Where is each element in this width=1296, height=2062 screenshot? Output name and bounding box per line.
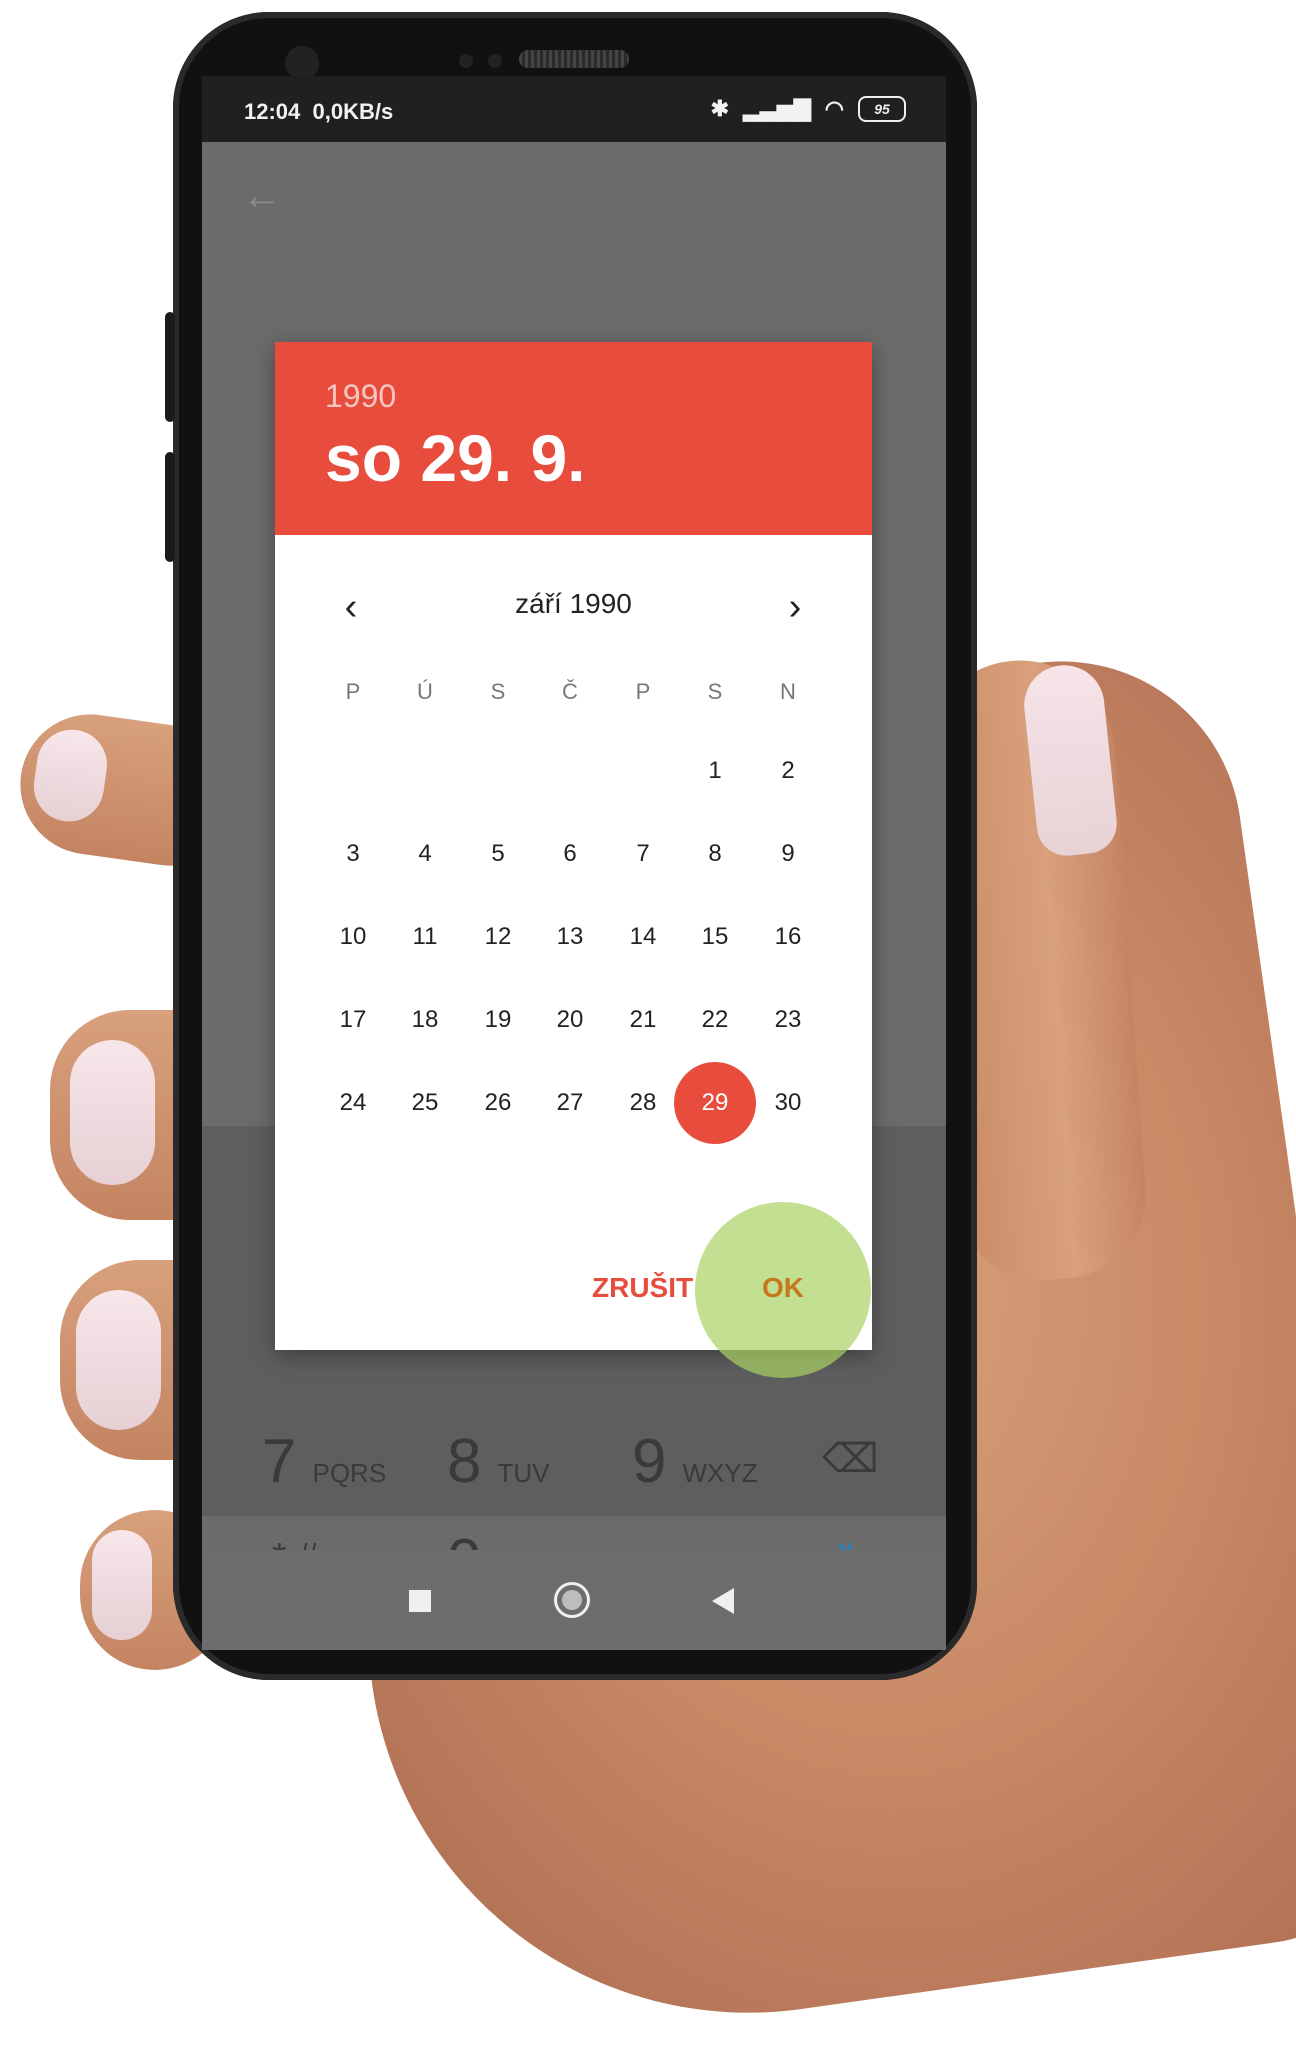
dialog-header: 1990 so 29. 9.: [275, 342, 872, 535]
day-cell[interactable]: 11: [395, 907, 455, 967]
weekday-label: P: [345, 679, 361, 704]
day-cell[interactable]: 3: [323, 824, 383, 884]
cancel-button[interactable]: ZRUŠIT: [592, 1272, 693, 1304]
back-triangle-icon[interactable]: [712, 1588, 734, 1614]
day-cell[interactable]: 5: [468, 824, 528, 884]
day-cell[interactable]: 14: [613, 907, 673, 967]
day-cell[interactable]: 1: [685, 741, 745, 801]
day-cell[interactable]: 23: [758, 990, 818, 1050]
day-cell[interactable]: 4: [395, 824, 455, 884]
weekday-label: S: [707, 679, 723, 704]
front-camera-icon: [285, 46, 319, 80]
week-row: 24 25 26 27 28 29 30: [323, 1062, 831, 1144]
day-cell[interactable]: 13: [540, 907, 600, 967]
key-7[interactable]: 7 PQRS: [262, 1426, 386, 1497]
weekday-label: S: [490, 679, 506, 704]
battery-icon: 95: [858, 96, 906, 122]
day-cell[interactable]: 12: [468, 907, 528, 967]
status-time: 12:04 0,0KB/s: [244, 99, 394, 124]
volume-up-button: [165, 312, 175, 422]
month-navigation: ‹ září 1990 ›: [275, 582, 872, 632]
sensor-icon: [459, 54, 473, 68]
ok-button[interactable]: OK: [762, 1272, 804, 1304]
weekday-header: P Ú S Č P S N: [323, 662, 831, 722]
day-cell[interactable]: 20: [540, 990, 600, 1050]
selected-day-cell[interactable]: 29: [674, 1062, 756, 1144]
week-row: 17 18 19 20 21 22 23: [323, 990, 831, 1050]
day-cell[interactable]: 18: [395, 990, 455, 1050]
day-cell[interactable]: 26: [468, 1073, 528, 1133]
day-cell[interactable]: 21: [613, 990, 673, 1050]
selected-date[interactable]: so 29. 9.: [325, 420, 586, 496]
week-row: 1 2: [323, 741, 831, 801]
key-8[interactable]: 8 TUV: [447, 1426, 549, 1497]
day-cell[interactable]: 27: [540, 1073, 600, 1133]
phone-screen: 12:04 0,0KB/s ✱ ▂▃▅▇ ◠ 95 ← 7 PQRS 8 TUV 9…: [202, 76, 946, 1650]
day-cell[interactable]: 16: [758, 907, 818, 967]
date-picker-dialog: 1990 so 29. 9. ‹ září 1990 › P Ú S Č P S…: [275, 342, 872, 1378]
day-cell[interactable]: 10: [323, 907, 383, 967]
week-row: 3 4 5 6 7 8 9: [323, 824, 831, 884]
week-row: 10 11 12 13 14 15 16: [323, 907, 831, 967]
day-cell[interactable]: 19: [468, 990, 528, 1050]
day-cell[interactable]: 2: [758, 741, 818, 801]
wifi-icon: ◠: [824, 96, 844, 121]
recents-icon[interactable]: [409, 1590, 431, 1612]
day-cell[interactable]: 7: [613, 824, 673, 884]
key-9[interactable]: 9 WXYZ: [632, 1426, 758, 1497]
weekday-label: Ú: [417, 679, 433, 704]
selected-year[interactable]: 1990: [325, 378, 396, 415]
home-icon[interactable]: [554, 1582, 590, 1618]
status-bar: 12:04 0,0KB/s ✱ ▂▃▅▇ ◠ 95: [202, 76, 946, 142]
day-cell[interactable]: 28: [613, 1073, 673, 1133]
navigation-bar: [202, 1550, 946, 1650]
day-cell[interactable]: 30: [758, 1073, 818, 1133]
day-cell[interactable]: 15: [685, 907, 745, 967]
day-cell[interactable]: 8: [685, 824, 745, 884]
weekday-label: P: [635, 679, 651, 704]
sensor-icon: [488, 54, 502, 68]
day-cell[interactable]: 22: [685, 990, 745, 1050]
day-cell[interactable]: 9: [758, 824, 818, 884]
day-cell[interactable]: 25: [395, 1073, 455, 1133]
day-cell[interactable]: 17: [323, 990, 383, 1050]
speaker-grille: [519, 50, 629, 68]
next-month-icon[interactable]: ›: [770, 582, 820, 632]
volume-down-button: [165, 452, 175, 562]
signal-icon: ▂▃▅▇: [743, 96, 811, 121]
day-cell[interactable]: 6: [540, 824, 600, 884]
weekday-label: Č: [562, 679, 578, 704]
bluetooth-icon: ✱: [710, 96, 730, 121]
backspace-icon[interactable]: ⌫: [822, 1436, 879, 1482]
weekday-label: N: [780, 679, 796, 704]
back-arrow-icon[interactable]: ←: [242, 174, 286, 218]
day-cell[interactable]: 24: [323, 1073, 383, 1133]
